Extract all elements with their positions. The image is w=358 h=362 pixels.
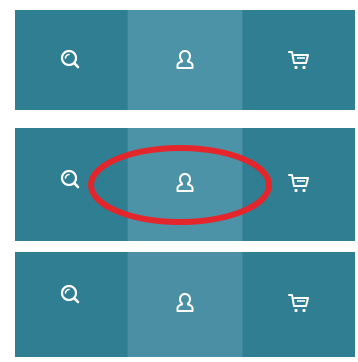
search-icon: [59, 283, 83, 307]
cart-icon: [287, 291, 311, 315]
tab-user[interactable]: [128, 128, 242, 241]
search-icon: [59, 48, 83, 72]
tab-bar: [15, 10, 355, 110]
search-icon: [59, 168, 83, 192]
user-icon: [173, 48, 197, 72]
tab-bar: [15, 252, 355, 357]
tab-cart[interactable]: [241, 128, 355, 241]
tab-bar: [15, 128, 355, 241]
tab-cart[interactable]: [241, 10, 355, 110]
tab-user[interactable]: [128, 10, 242, 110]
tab-search[interactable]: [15, 128, 129, 241]
user-icon: [173, 171, 197, 195]
tab-search[interactable]: [15, 252, 129, 357]
tab-search[interactable]: [15, 10, 129, 110]
tab-cart[interactable]: [241, 252, 355, 357]
cart-icon: [287, 48, 311, 72]
user-icon: [173, 291, 197, 315]
cart-icon: [287, 171, 311, 195]
tabbar-frame-1: [15, 10, 355, 110]
tabbar-frame-2: [15, 128, 355, 241]
tab-user[interactable]: [128, 252, 242, 357]
tabbar-frame-3: [15, 252, 355, 357]
